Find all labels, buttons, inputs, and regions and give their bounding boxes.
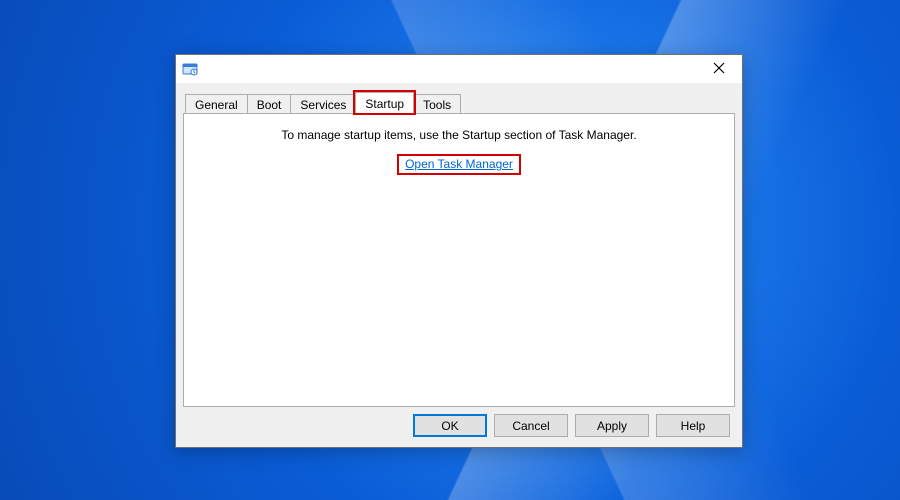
tab-boot[interactable]: Boot — [247, 94, 292, 114]
client-area: General Boot Services Startup Tools To m… — [183, 91, 735, 407]
tab-strip: General Boot Services Startup Tools — [183, 91, 735, 113]
open-task-manager-link[interactable]: Open Task Manager — [405, 157, 513, 171]
cancel-button[interactable]: Cancel — [494, 414, 568, 437]
close-button[interactable] — [698, 56, 740, 82]
apply-button[interactable]: Apply — [575, 414, 649, 437]
tab-page-startup: To manage startup items, use the Startup… — [183, 113, 735, 407]
open-task-manager-highlight: Open Task Manager — [397, 154, 521, 175]
close-icon — [713, 62, 725, 77]
startup-message: To manage startup items, use the Startup… — [184, 128, 734, 142]
tab-tools[interactable]: Tools — [413, 94, 461, 114]
tab-services[interactable]: Services — [290, 94, 356, 114]
button-row: OK Cancel Apply Help — [413, 414, 730, 437]
help-button[interactable]: Help — [656, 414, 730, 437]
titlebar[interactable] — [176, 55, 742, 83]
desktop-wallpaper: General Boot Services Startup Tools To m… — [0, 0, 900, 500]
msconfig-window: General Boot Services Startup Tools To m… — [175, 54, 743, 448]
tab-startup[interactable]: Startup — [355, 92, 414, 113]
ok-button[interactable]: OK — [413, 414, 487, 437]
msconfig-icon — [182, 61, 198, 77]
tab-general[interactable]: General — [185, 94, 248, 114]
